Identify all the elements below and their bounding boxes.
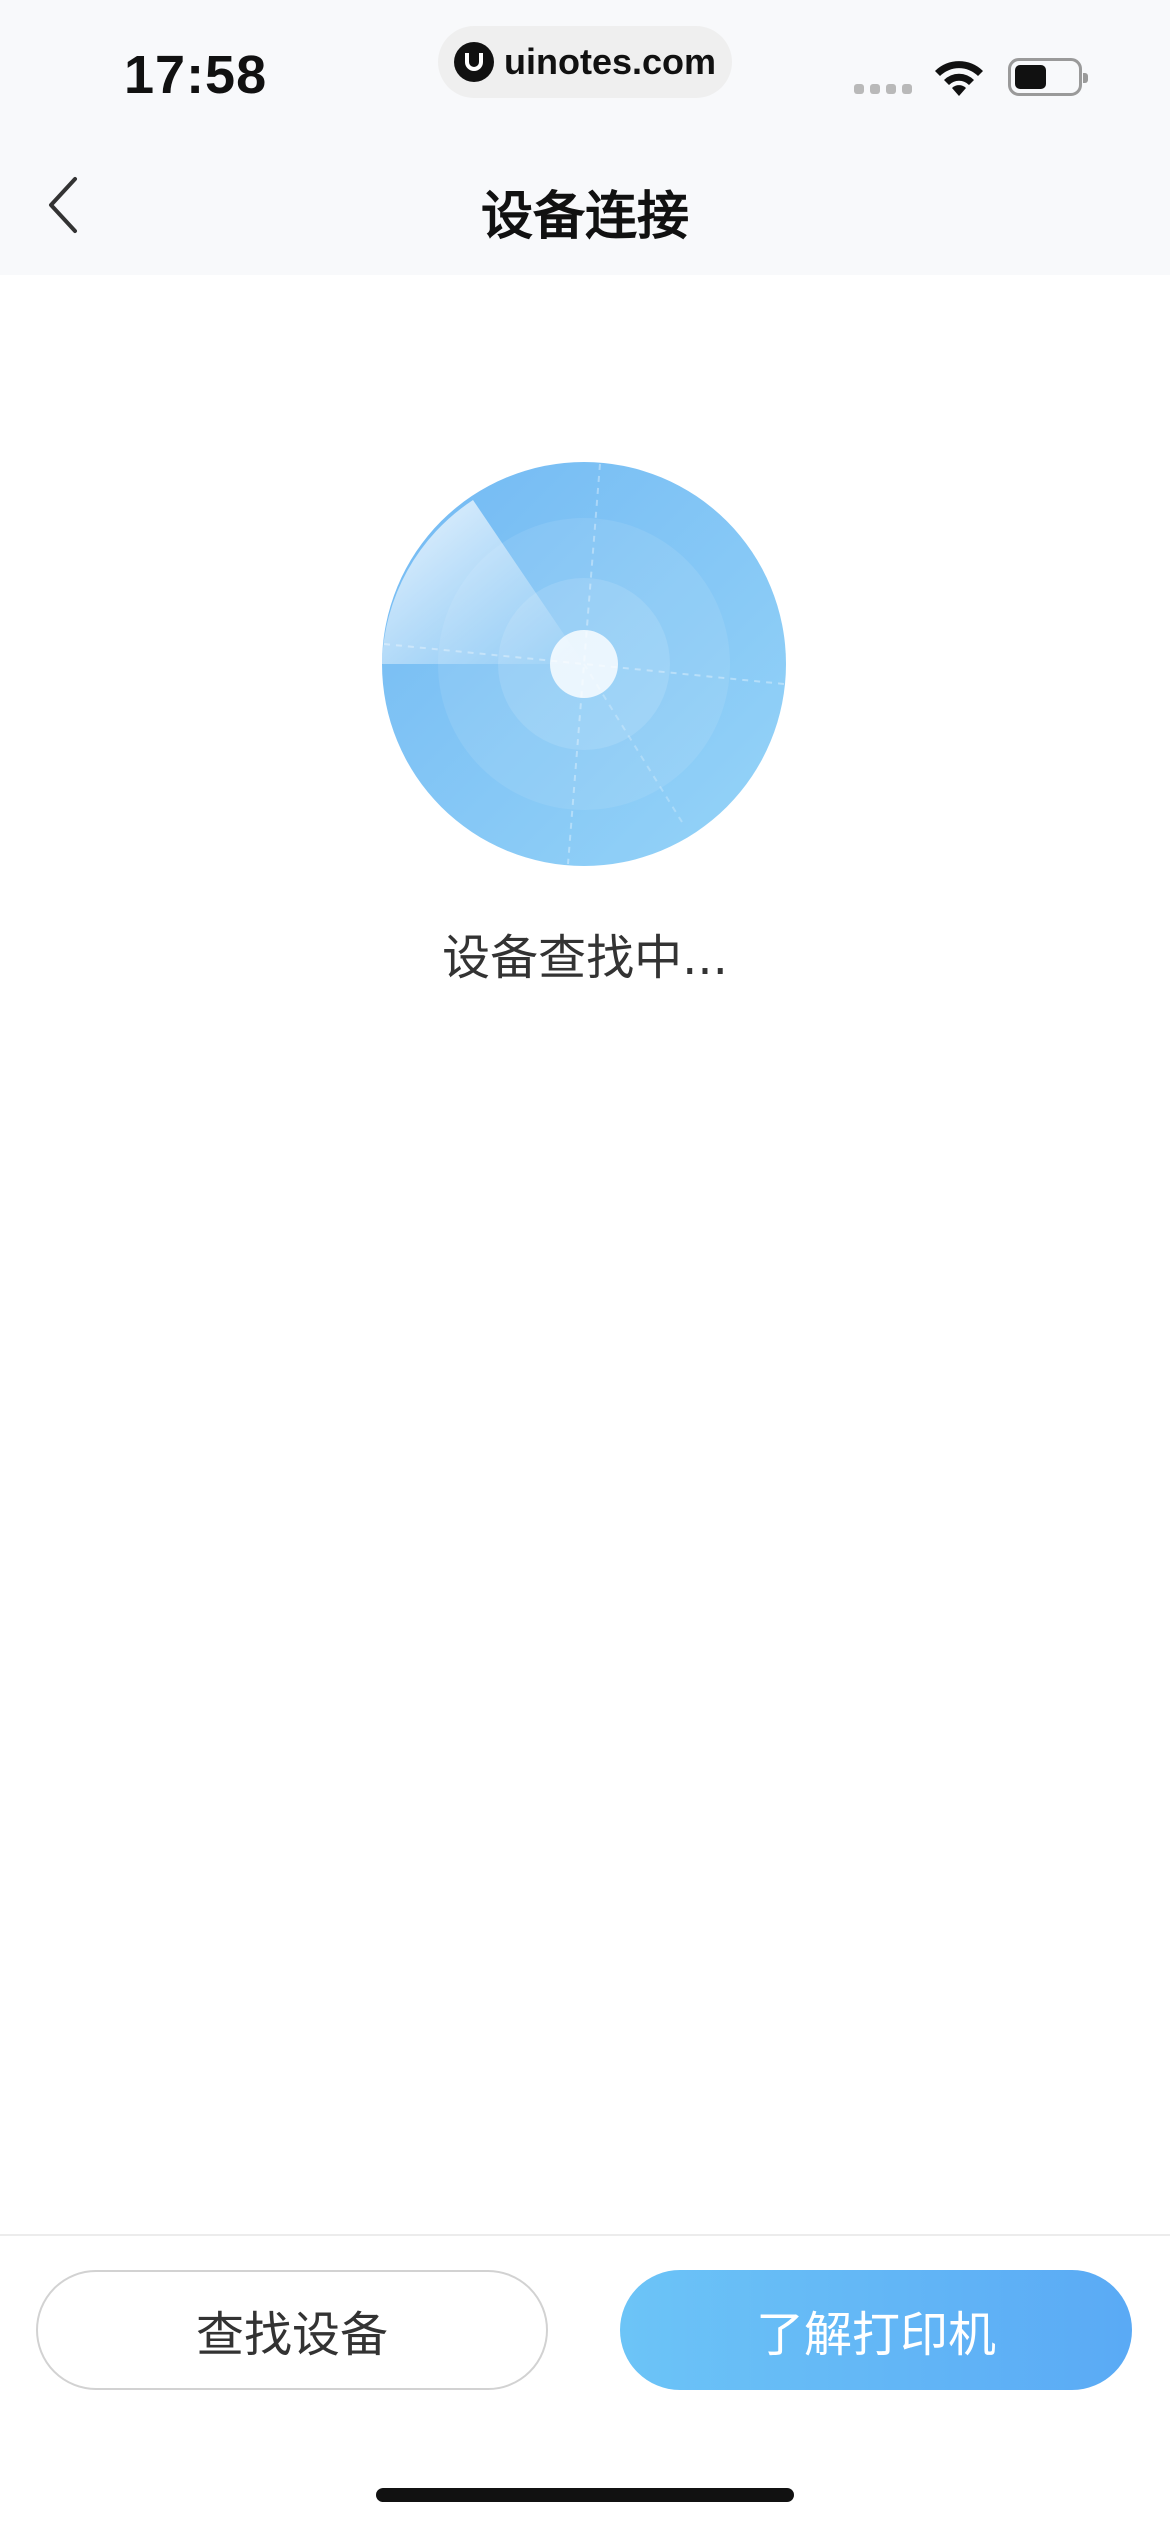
wifi-icon xyxy=(935,61,983,96)
url-pill: uinotes.com xyxy=(438,26,732,98)
signal-icon xyxy=(854,84,912,94)
bottom-divider xyxy=(0,2234,1170,2236)
url-text: uinotes.com xyxy=(504,41,717,82)
battery-icon xyxy=(1008,58,1088,96)
status-bar: 17:58 uinotes.com xyxy=(0,0,1170,140)
page-title: 设备连接 xyxy=(480,187,689,247)
radar-scan-icon xyxy=(382,462,786,866)
searching-status-text: 设备查找中... xyxy=(442,930,728,986)
site-logo-icon xyxy=(454,42,494,82)
learn-printer-button[interactable]: 了解打印机 xyxy=(620,2270,1132,2390)
status-time: 17:58 xyxy=(124,45,268,105)
nav-bar: 设备连接 xyxy=(0,140,1170,275)
home-indicator[interactable] xyxy=(376,2488,794,2502)
find-device-button[interactable]: 查找设备 xyxy=(36,2270,548,2390)
